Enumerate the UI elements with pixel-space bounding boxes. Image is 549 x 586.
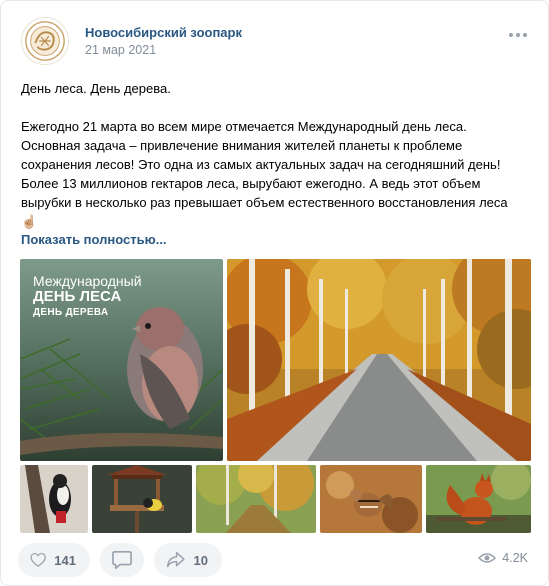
view-count: 4.2K <box>502 551 528 565</box>
overlay-line-2: ДЕНЬ ЛЕСА <box>33 288 122 305</box>
show-more-link[interactable]: Показать полностью... <box>21 232 167 247</box>
avatar[interactable] <box>21 17 69 65</box>
photo-chipmunk[interactable] <box>320 465 422 533</box>
post-date[interactable]: 21 мар 2021 <box>85 43 156 57</box>
photo-woodpecker[interactable] <box>20 465 88 533</box>
post-text-line: День леса. День дерева. <box>21 81 171 96</box>
overlay-line-1: Международный <box>33 273 142 289</box>
photo-bird-forest-day[interactable]: Международный ДЕНЬ ЛЕСА ДЕНЬ ДЕРЕВА <box>20 259 223 461</box>
post-text-line: Ежегодно 21 марта во всем мире отмечаетс… <box>21 119 467 134</box>
post-actions: 141 10 4.2K <box>18 543 528 577</box>
share-button[interactable]: 10 <box>154 543 222 577</box>
eye-icon <box>478 553 497 563</box>
photo-autumn-road[interactable] <box>227 259 531 461</box>
photo-overlay-title: Международный ДЕНЬ ЛЕСА ДЕНЬ ДЕРЕВА <box>33 273 142 321</box>
photo-bird-feeder[interactable] <box>92 465 192 533</box>
pointing-emoji: ☝🏼 <box>21 214 38 229</box>
post-text-line: Более 13 миллионов гектаров леса, выруба… <box>21 176 481 191</box>
post-author[interactable]: Новосибирский зоопарк <box>85 25 242 40</box>
photo-squirrel[interactable] <box>426 465 531 533</box>
comment-icon <box>112 551 132 569</box>
post-text-line: сохранения лесов! Это одна из самых акту… <box>21 157 501 172</box>
comment-button[interactable] <box>100 543 144 577</box>
more-dots-icon[interactable] <box>504 25 532 45</box>
wall-post: Новосибирский зоопарк 21 мар 2021 День л… <box>0 0 549 586</box>
heart-icon <box>30 552 46 567</box>
overlay-line-3: ДЕНЬ ДЕРЕВА <box>33 307 109 318</box>
like-button[interactable]: 141 <box>18 543 90 577</box>
views-counter: 4.2K <box>478 551 528 565</box>
zoo-logo-icon <box>25 21 65 61</box>
post-text: День леса. День дерева. Ежегодно 21 март… <box>21 79 521 231</box>
post-text-line: вырубки в несколько раз превышает объем … <box>21 195 508 210</box>
share-count: 10 <box>193 552 208 568</box>
share-arrow-icon <box>166 551 185 568</box>
like-count: 141 <box>54 552 76 568</box>
post-text-line: Основная задача – привлечение внимания ж… <box>21 138 463 153</box>
photo-forest-path[interactable] <box>196 465 316 533</box>
post-header: Новосибирский зоопарк 21 мар 2021 <box>21 17 532 65</box>
